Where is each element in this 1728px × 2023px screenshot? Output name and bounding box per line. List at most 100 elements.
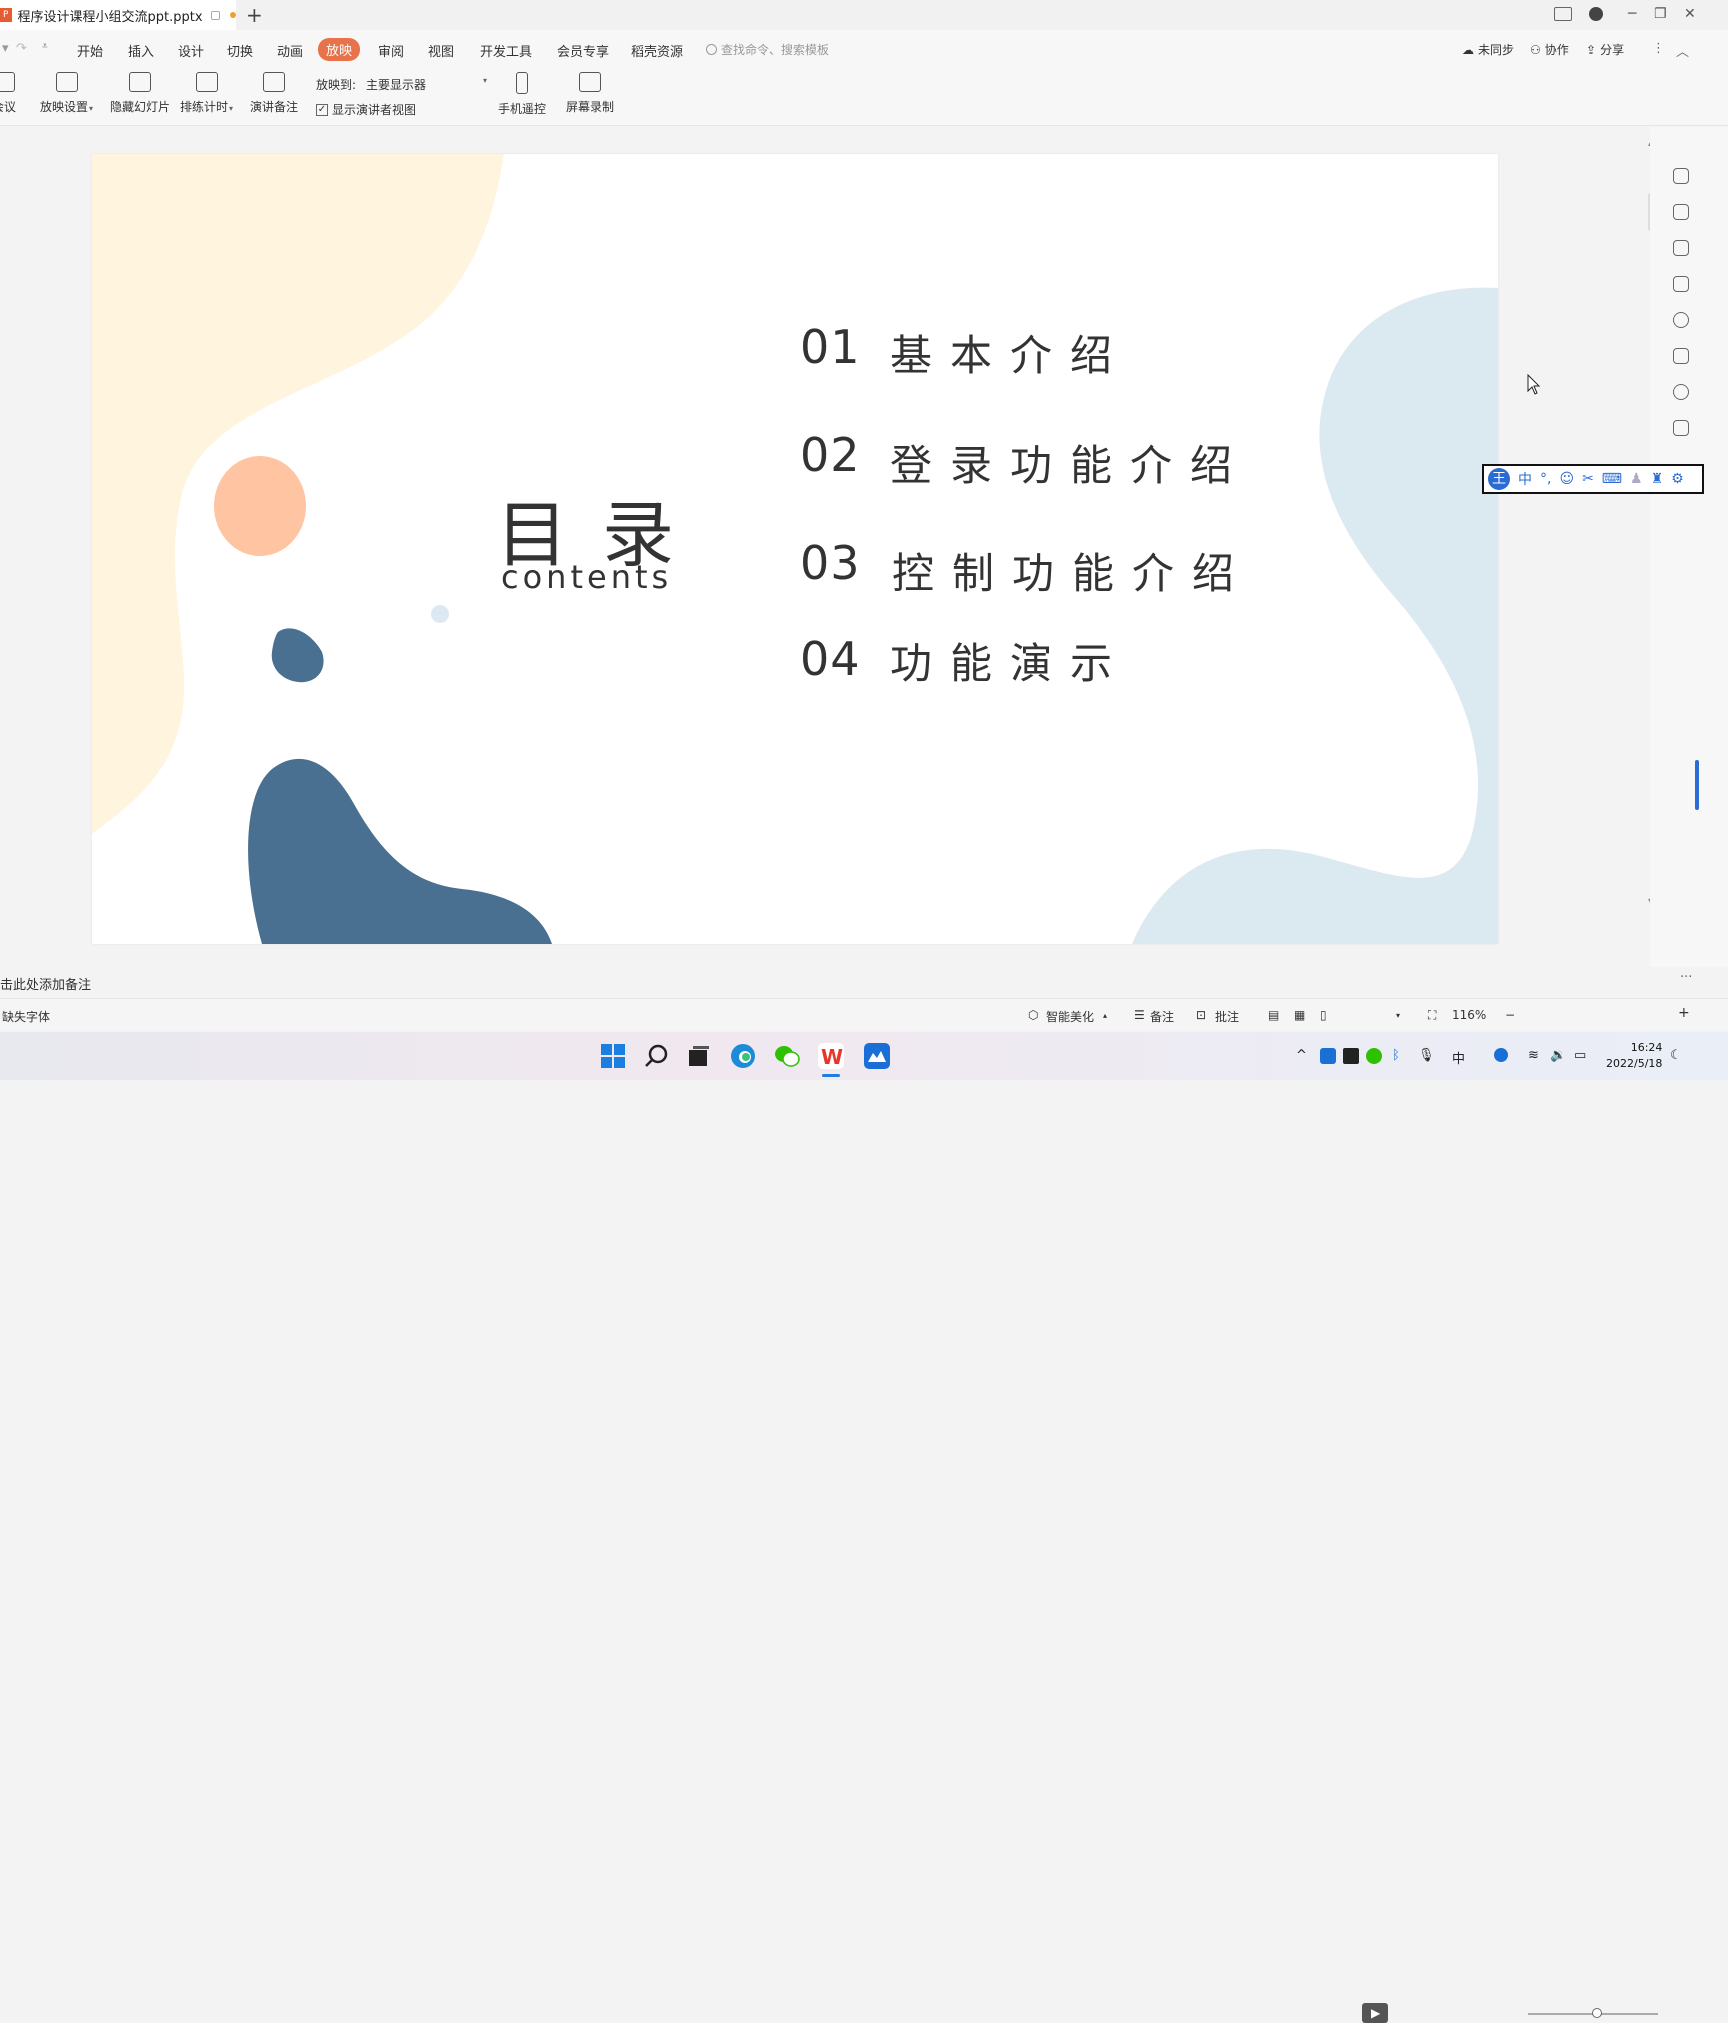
punctuation-icon[interactable]: °, xyxy=(1540,471,1551,487)
ime-tray-icon[interactable]: 中 xyxy=(1452,1048,1465,1067)
scissors-icon[interactable]: ✂ xyxy=(1582,471,1594,487)
collab-button[interactable]: ⚇ 协作 xyxy=(1530,41,1569,58)
skin-icon[interactable]: ♜ xyxy=(1651,471,1664,487)
tray-blue-icon[interactable] xyxy=(1494,1048,1508,1062)
new-tab-button[interactable]: + xyxy=(246,3,263,27)
zoom-level[interactable]: 116% xyxy=(1452,1008,1486,1022)
hide-slide-button[interactable]: 隐藏幻灯片 xyxy=(110,72,170,115)
more-icon[interactable]: ⋮ xyxy=(1652,41,1665,56)
rocket-icon[interactable] xyxy=(1673,168,1689,184)
cube-icon[interactable] xyxy=(1673,420,1689,436)
show-settings-button[interactable]: 放映设置▾ xyxy=(40,72,93,115)
settings-icon[interactable]: ⚙ xyxy=(1671,471,1684,487)
presenter-view-checkbox[interactable]: ✓ 显示演讲者视图 xyxy=(316,101,416,118)
menu-home[interactable]: 开始 xyxy=(77,41,103,60)
checkbox-checked-icon[interactable]: ✓ xyxy=(316,103,328,116)
microphone-icon[interactable]: 🎙 xyxy=(1418,1048,1435,1063)
mail-app-icon[interactable] xyxy=(864,1043,890,1069)
meeting-button[interactable]: 会议 xyxy=(0,72,16,115)
sliders-icon[interactable] xyxy=(1673,204,1689,220)
chevron-up-icon[interactable]: ▴ xyxy=(1103,1011,1107,1020)
more-dots-icon[interactable]: ··· xyxy=(1680,970,1692,985)
collapse-ribbon-icon[interactable]: ︿ xyxy=(1676,41,1689,60)
document-tab[interactable]: P 程序设计课程小组交流ppt.pptx xyxy=(0,0,237,30)
side-slider-handle[interactable] xyxy=(1695,760,1699,810)
menu-docer[interactable]: 稻壳资源 xyxy=(631,41,683,60)
phone-remote-button[interactable]: 手机遥控 xyxy=(498,72,546,117)
location-icon[interactable] xyxy=(1673,384,1689,400)
keyboard-icon[interactable]: ⌨ xyxy=(1602,471,1622,487)
zoom-out-button[interactable]: − xyxy=(1505,1008,1515,1022)
wechat-icon[interactable] xyxy=(774,1043,800,1069)
ime-logo[interactable]: 王 xyxy=(1488,468,1510,490)
ime-toolbar[interactable]: 王 中 °, ☺ ✂ ⌨ ♟ ♜ ⚙ xyxy=(1482,464,1704,494)
tray-app-icon[interactable] xyxy=(1320,1048,1336,1064)
user-icon[interactable]: ♟ xyxy=(1630,471,1643,487)
slide[interactable]: 目录 contents 01 基本介绍 02 登录功能介绍 03 控制功能介绍 … xyxy=(92,154,1498,944)
quick-access-icon[interactable]: ⩡ xyxy=(42,41,48,52)
tray-chevron-icon[interactable]: ^ xyxy=(1296,1048,1307,1063)
avatar[interactable] xyxy=(1589,7,1603,21)
menu-transition[interactable]: 切换 xyxy=(227,41,253,60)
notes-placeholder[interactable]: 击此处添加备注 xyxy=(0,974,91,993)
missing-font-link[interactable]: 缺失字体 xyxy=(2,1008,50,1025)
tab-screen-icon[interactable] xyxy=(210,10,221,20)
menu-insert[interactable]: 插入 xyxy=(128,41,154,60)
fit-window-icon[interactable]: ⛶ xyxy=(1428,1008,1436,1023)
emoji-icon[interactable]: ☺ xyxy=(1559,471,1574,487)
star-icon[interactable] xyxy=(1673,240,1689,256)
toc-text-2: 登录功能介绍 xyxy=(890,441,1251,490)
menu-review[interactable]: 审阅 xyxy=(378,41,404,60)
notes-toggle[interactable]: 备注 xyxy=(1150,1008,1174,1025)
unsaved-dot-icon xyxy=(230,12,237,18)
system-clock[interactable]: 16:24 2022/5/18 xyxy=(1606,1040,1662,1072)
notes-pane[interactable]: 击此处添加备注 ··· xyxy=(0,967,1692,995)
menu-member[interactable]: 会员专享 xyxy=(557,41,609,60)
ime-mode[interactable]: 中 xyxy=(1518,469,1532,489)
chevron-down-icon[interactable]: ▾ xyxy=(1396,1011,1400,1020)
wifi-icon[interactable]: ≋ xyxy=(1528,1048,1539,1063)
project-to-select[interactable]: 主要显示器 xyxy=(366,76,472,93)
window-layout-icon[interactable] xyxy=(1554,7,1572,21)
reading-view-icon[interactable]: ▯ xyxy=(1320,1008,1327,1022)
notifications-icon[interactable]: ☾ xyxy=(1670,1048,1682,1063)
close-button[interactable]: ✕ xyxy=(1684,6,1696,22)
speaker-notes-button[interactable]: 演讲备注 xyxy=(250,72,298,115)
help-icon[interactable] xyxy=(1673,312,1689,328)
menu-view[interactable]: 视图 xyxy=(428,41,454,60)
beautify-button[interactable]: 智能美化 xyxy=(1046,1008,1094,1025)
comments-toggle[interactable]: 批注 xyxy=(1215,1008,1239,1025)
edge-browser-icon[interactable] xyxy=(730,1043,756,1069)
search-icon[interactable] xyxy=(644,1043,670,1069)
menu-animation[interactable]: 动画 xyxy=(277,41,303,60)
slides-icon[interactable] xyxy=(1673,276,1689,292)
normal-view-icon[interactable]: ▤ xyxy=(1268,1008,1279,1022)
tray-security-icon[interactable] xyxy=(1366,1048,1382,1064)
zoom-slider-thumb[interactable] xyxy=(1592,2008,1602,2018)
restore-button[interactable]: ❐ xyxy=(1654,6,1667,22)
sync-button[interactable]: ☁ 未同步 xyxy=(1462,41,1514,58)
menu-slideshow[interactable]: 放映 xyxy=(318,38,361,61)
image-tool-icon[interactable] xyxy=(1673,348,1689,364)
redo-icon[interactable]: ↷ xyxy=(16,41,27,56)
chevron-down-icon[interactable]: ▾ xyxy=(483,76,487,93)
volume-icon[interactable]: 🔉 xyxy=(1550,1048,1566,1063)
dropdown-icon[interactable]: ▾ xyxy=(2,41,9,56)
command-search[interactable]: 查找命令、搜索模板 xyxy=(706,41,829,58)
menu-developer[interactable]: 开发工具 xyxy=(480,41,532,60)
zoom-in-button[interactable]: + xyxy=(1678,1005,1690,1021)
bluetooth-icon[interactable]: ᛒ xyxy=(1392,1048,1400,1063)
windows-start-icon[interactable] xyxy=(600,1043,626,1069)
project-to-row: 放映到: 主要显示器 ▾ xyxy=(316,76,487,93)
battery-icon[interactable]: ▭ xyxy=(1574,1048,1586,1063)
rehearse-button[interactable]: 排练计时▾ xyxy=(180,72,233,115)
task-view-icon[interactable] xyxy=(686,1043,712,1069)
wps-icon[interactable]: W xyxy=(818,1043,844,1069)
menu-design[interactable]: 设计 xyxy=(178,41,204,60)
screen-record-button[interactable]: 屏幕录制 xyxy=(566,72,614,115)
nvidia-icon[interactable] xyxy=(1343,1048,1359,1064)
minimize-button[interactable]: ─ xyxy=(1628,6,1636,22)
toc-text-4: 功能演示 xyxy=(890,639,1131,688)
share-button[interactable]: ⇪ 分享 xyxy=(1586,41,1624,58)
sorter-view-icon[interactable]: ▦ xyxy=(1294,1008,1305,1022)
